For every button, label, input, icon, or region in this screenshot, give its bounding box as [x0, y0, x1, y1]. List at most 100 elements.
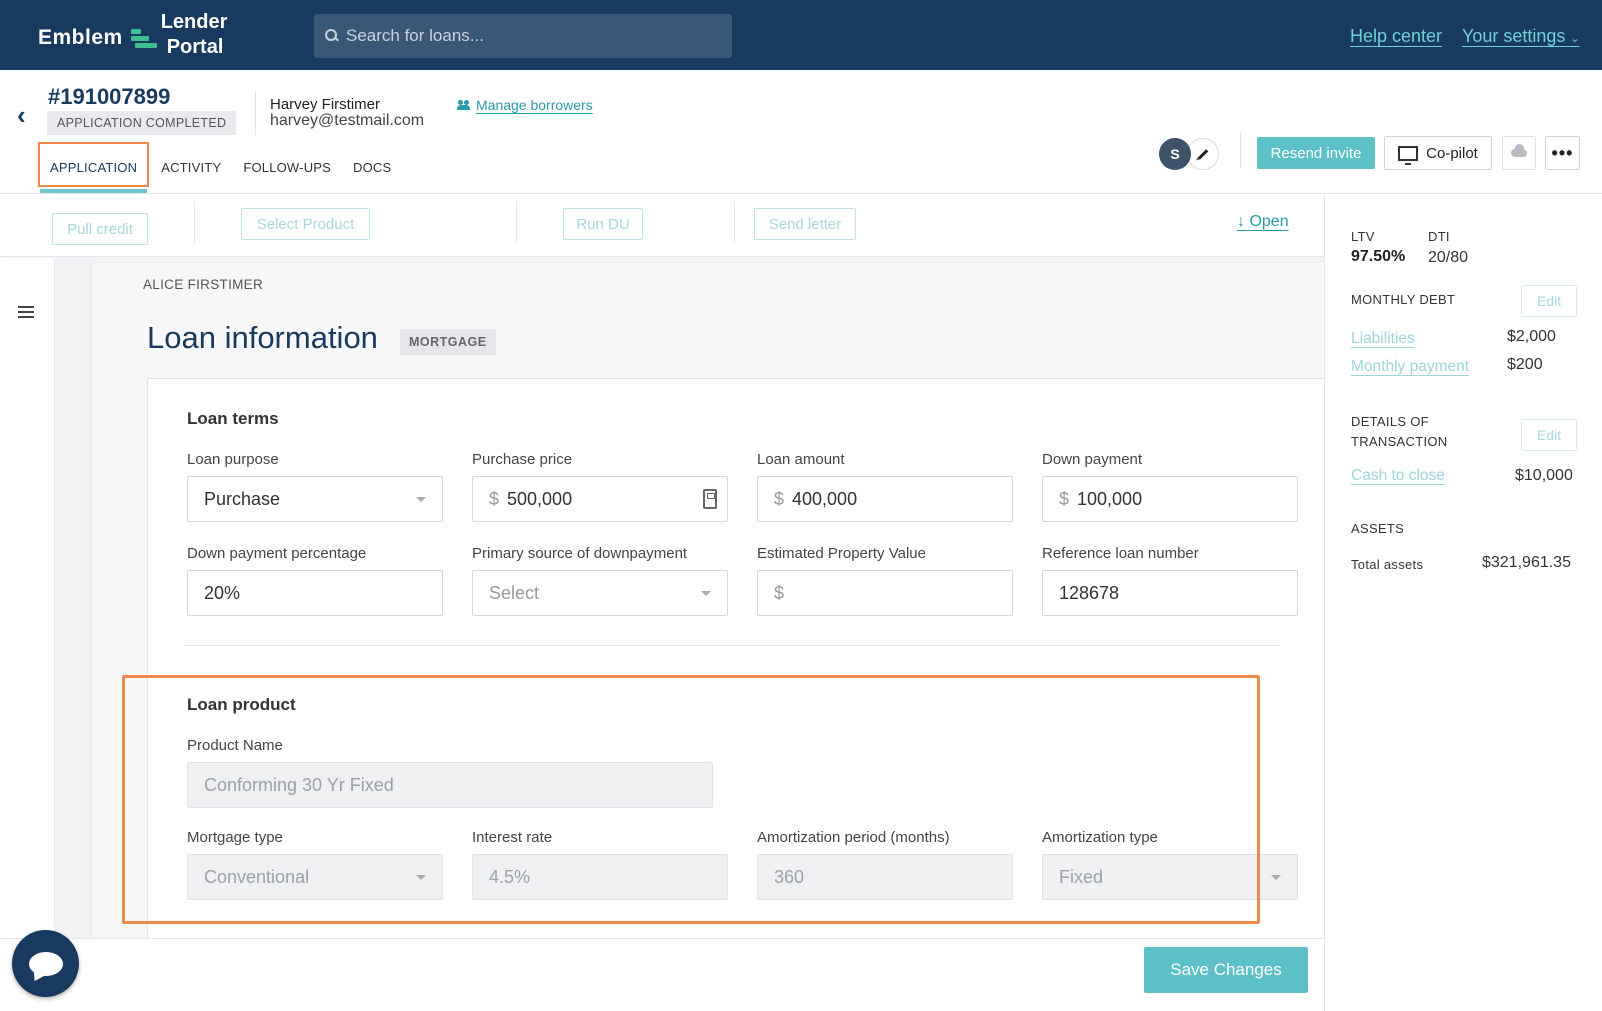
logo-mark-icon: [130, 25, 157, 51]
select-product-button[interactable]: Select Product: [241, 208, 370, 240]
dollar-prefix: $: [489, 488, 500, 509]
emblem-logo[interactable]: Emblem Lender Portal: [38, 10, 227, 60]
loan-header: ‹ #191007899 APPLICATION COMPLETED Harve…: [0, 70, 1602, 194]
edit-transaction-button[interactable]: Edit: [1521, 419, 1577, 451]
caret-down-icon: [416, 497, 426, 502]
status-badge: APPLICATION COMPLETED: [47, 111, 237, 135]
chevron-down-icon: ⌄: [1570, 33, 1580, 45]
summary-panel: LTV 97.50% DTI 20/80 MONTHLY DEBT Edit L…: [1324, 195, 1602, 1011]
ltv-value: 97.50%: [1351, 248, 1406, 265]
loan-purpose-value: Purchase: [204, 488, 281, 509]
left-rail: [0, 258, 55, 938]
down-payment-label: Down payment: [1042, 451, 1143, 468]
top-navbar: Emblem Lender Portal Search for loans...…: [0, 0, 1602, 70]
loan-purpose-label: Loan purpose: [187, 451, 279, 468]
tab-follow-ups[interactable]: FOLLOW-UPS: [233, 142, 341, 187]
dollar-prefix: $: [774, 582, 785, 603]
calculator-icon[interactable]: [703, 489, 717, 509]
brand-name: Emblem: [38, 26, 123, 49]
manage-borrowers-label: Manage borrowers: [476, 97, 593, 113]
dti-label: DTI: [1428, 229, 1450, 244]
back-arrow-icon[interactable]: ‹: [17, 100, 26, 131]
reference-number-value: 128678: [1059, 582, 1120, 603]
purchase-price-field[interactable]: $ 500,000: [472, 476, 728, 522]
tab-activity[interactable]: ACTIVITY: [151, 142, 231, 187]
down-payment-pct-value: 20%: [204, 582, 241, 603]
search-icon: [324, 28, 340, 44]
caret-down-icon: [701, 591, 711, 596]
total-assets-value: $321,961.35: [1482, 554, 1571, 571]
dti-value: 20/80: [1428, 249, 1469, 266]
caret-down-icon: [1271, 875, 1281, 880]
action-divider: [734, 201, 735, 243]
purchase-price-label: Purchase price: [472, 451, 573, 468]
help-center-link[interactable]: Help center: [1350, 26, 1442, 47]
down-payment-pct-label: Down payment percentage: [187, 545, 367, 562]
run-du-button[interactable]: Run DU: [563, 208, 643, 240]
transaction-title-1: DETAILS OF: [1351, 414, 1429, 429]
assets-title: ASSETS: [1351, 521, 1405, 536]
cash-to-close-value: $10,000: [1515, 467, 1573, 484]
liabilities-link[interactable]: Liabilities: [1351, 330, 1415, 348]
down-payment-field[interactable]: $ 100,000: [1042, 476, 1298, 522]
liabilities-value: $2,000: [1507, 328, 1556, 345]
loan-tabs: APPLICATION ACTIVITY FOLLOW-UPS DOCS: [38, 142, 403, 193]
cash-to-close-link[interactable]: Cash to close: [1351, 467, 1445, 485]
bottom-bar: Save Changes: [0, 938, 1324, 1011]
edit-assignee-button[interactable]: [1187, 138, 1219, 170]
est-property-value-field[interactable]: $: [757, 570, 1013, 616]
borrower-name: Harvey Firstimer: [270, 96, 381, 113]
avatar[interactable]: S: [1159, 138, 1191, 170]
portal-line2: Portal: [166, 36, 224, 58]
loan-purpose-select[interactable]: Purchase: [187, 476, 443, 522]
tab-docs[interactable]: DOCS: [343, 142, 401, 187]
dollar-prefix: $: [1059, 488, 1070, 509]
dollar-prefix: $: [774, 488, 785, 509]
reference-number-field[interactable]: 128678: [1042, 570, 1298, 616]
section-divider: [185, 645, 1279, 646]
tab-application[interactable]: APPLICATION: [38, 142, 150, 193]
header-divider-2: [1240, 132, 1241, 168]
co-pilot-label: Co-pilot: [1426, 144, 1478, 162]
header-divider: [255, 91, 256, 135]
monthly-payment-link[interactable]: Monthly payment: [1351, 358, 1469, 376]
menu-icon[interactable]: [18, 306, 34, 318]
resend-invite-button[interactable]: Resend invite: [1257, 137, 1375, 169]
people-icon: [457, 100, 472, 110]
reference-number-label: Reference loan number: [1042, 545, 1199, 562]
cloud-upload-button[interactable]: [1502, 136, 1536, 170]
purchase-price-value: 500,000: [507, 488, 573, 509]
loan-terms-title: Loan terms: [187, 409, 279, 428]
down-payment-value: 100,000: [1077, 488, 1143, 509]
manage-borrowers-link[interactable]: Manage borrowers: [457, 97, 593, 113]
loan-number: #191007899: [48, 84, 171, 109]
primary-source-select[interactable]: Select: [472, 570, 728, 616]
loan-amount-value: 400,000: [792, 488, 858, 509]
save-changes-button[interactable]: Save Changes: [1144, 947, 1308, 993]
chat-button[interactable]: [12, 930, 79, 997]
pencil-icon: [1197, 148, 1209, 160]
transaction-title-2: TRANSACTION: [1351, 434, 1448, 449]
action-divider: [516, 201, 517, 243]
portal-line1: Lender: [160, 11, 228, 33]
search-input[interactable]: Search for loans...: [314, 14, 732, 58]
monthly-debt-title: MONTHLY DEBT: [1351, 292, 1456, 307]
your-settings-link[interactable]: Your settings ⌄: [1462, 26, 1580, 47]
more-options-button[interactable]: •••: [1545, 136, 1580, 170]
page-title: Loan information: [147, 320, 378, 355]
down-payment-pct-field[interactable]: 20%: [187, 570, 443, 616]
loan-product-highlight: [122, 675, 1260, 924]
chat-bubble-icon: [28, 951, 63, 976]
edit-monthly-debt-button[interactable]: Edit: [1521, 285, 1577, 317]
action-divider: [194, 201, 195, 243]
send-letter-button[interactable]: Send letter: [754, 208, 856, 240]
applicant-name: ALICE FIRSTIMER: [143, 277, 264, 292]
borrower-email: harvey@testmail.com: [270, 112, 425, 129]
pull-credit-button[interactable]: Pull credit: [52, 213, 148, 245]
loan-amount-field[interactable]: $ 400,000: [757, 476, 1013, 522]
monthly-payment-value: $200: [1507, 356, 1543, 373]
ltv-label: LTV: [1351, 229, 1375, 244]
co-pilot-button[interactable]: Co-pilot: [1384, 136, 1492, 170]
loan-amount-label: Loan amount: [757, 451, 845, 468]
open-link[interactable]: ↓ Open: [1237, 213, 1289, 231]
